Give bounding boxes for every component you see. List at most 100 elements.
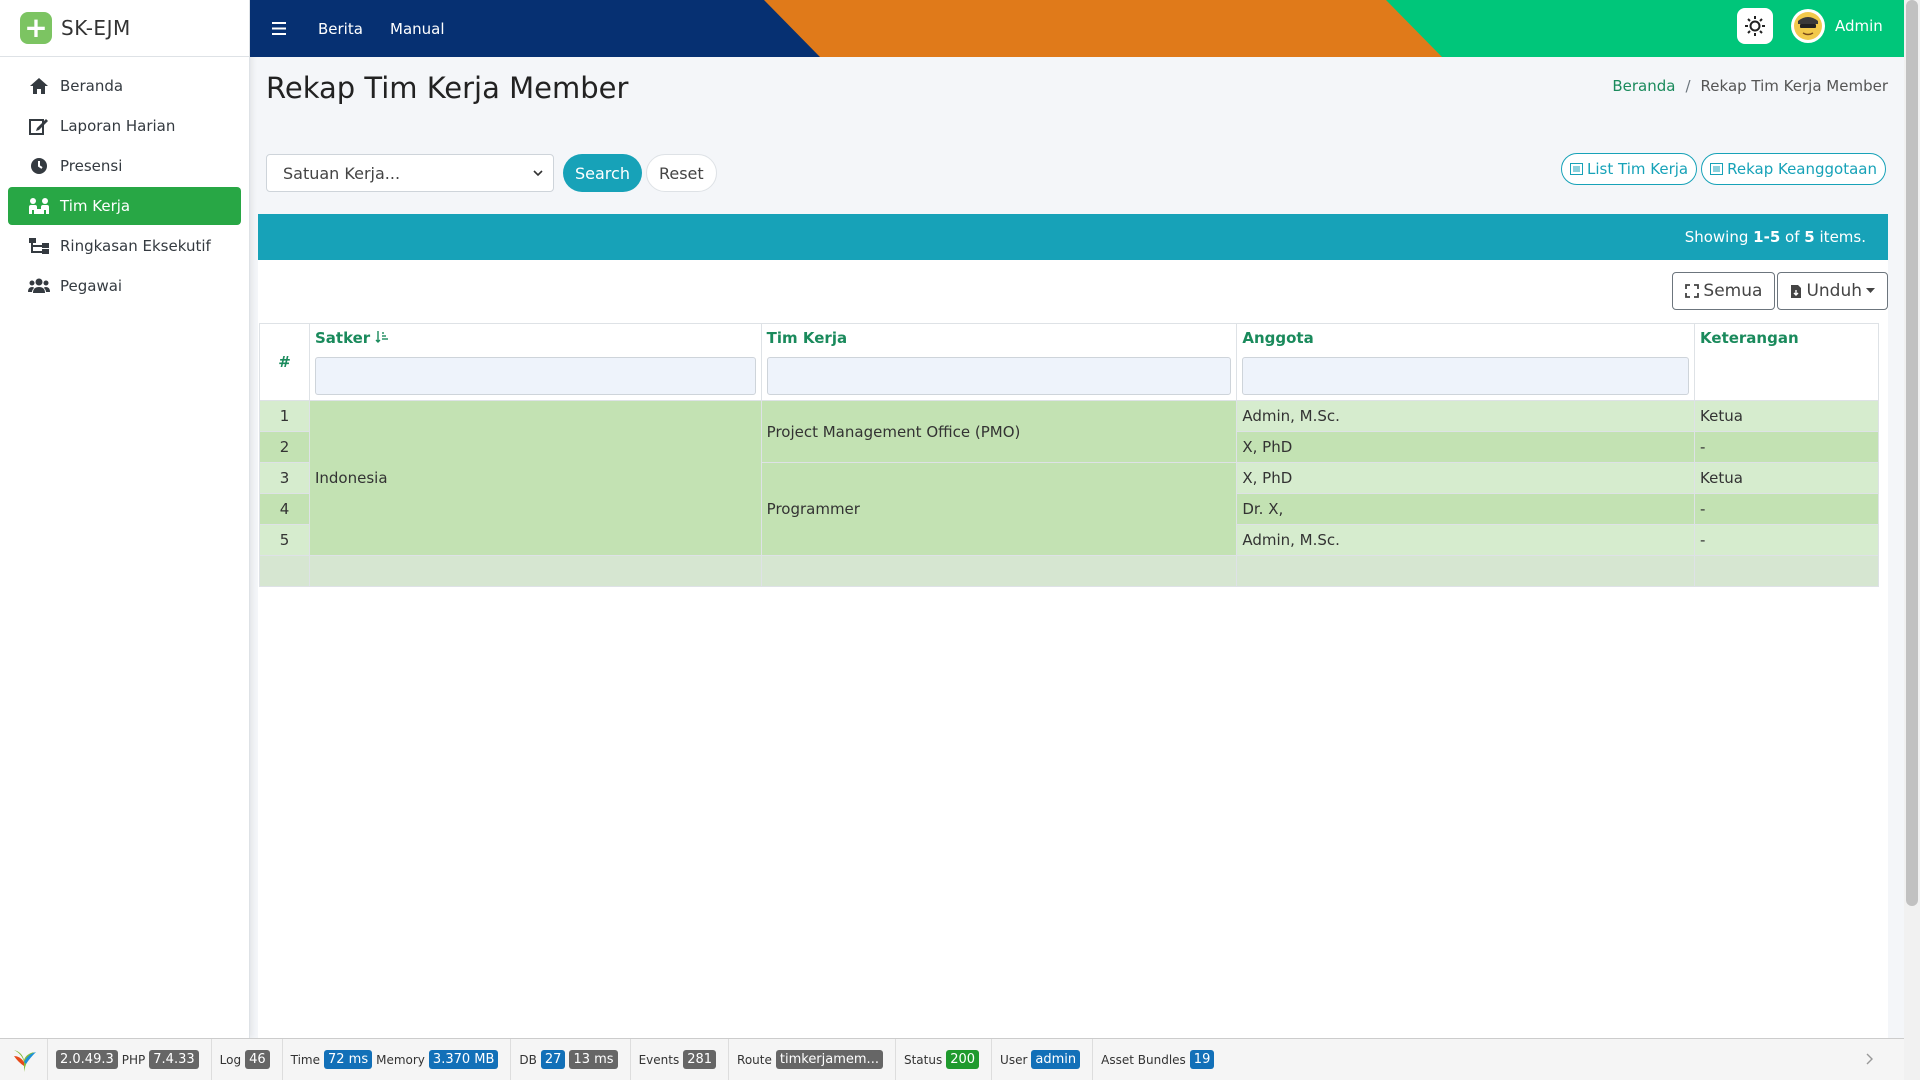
sidebar-item-label: Presensi	[60, 157, 123, 175]
sidebar-item-label: Tim Kerja	[60, 197, 131, 215]
list-tim-kerja-label: List Tim Kerja	[1587, 160, 1689, 178]
empty-cell	[1236, 555, 1696, 587]
download-dropdown-button[interactable]: Unduh	[1777, 272, 1888, 310]
keterangan-cell: Ketua	[1694, 462, 1879, 494]
rekap-keanggotaan-button[interactable]: Rekap Keanggotaan	[1701, 153, 1886, 185]
yii-version-badge: 2.0.49.3	[56, 1050, 118, 1069]
row-number: 1	[259, 400, 310, 432]
avatar-icon	[1794, 12, 1822, 40]
table-row: 1 Indonesia Project Management Office (P…	[259, 400, 1879, 556]
user-badge: admin	[1031, 1050, 1081, 1069]
download-label: Unduh	[1806, 281, 1862, 301]
sun-icon	[1745, 16, 1765, 36]
breadcrumb: Beranda / Rekap Tim Kerja Member	[1612, 77, 1888, 95]
sidebar-item-laporan-harian[interactable]: Laporan Harian	[8, 107, 241, 145]
sidebar-item-label: Pegawai	[60, 277, 123, 295]
debug-profiling-block[interactable]: Time 72 ms Memory 3.370 MB	[283, 1038, 512, 1080]
navbar-background	[250, 0, 1904, 57]
main-content: Rekap Tim Kerja Member Beranda / Rekap T…	[250, 57, 1904, 1038]
summary-total: 5	[1804, 228, 1815, 246]
debug-assets-block[interactable]: Asset Bundles 19	[1093, 1039, 1226, 1080]
column-header-tim-kerja: Tim Kerja	[760, 323, 1238, 401]
brand[interactable]: + SK-EJM	[0, 0, 249, 57]
avatar	[1791, 9, 1825, 43]
debug-log-block[interactable]: Log 46	[212, 1038, 283, 1080]
status-label: Status	[903, 1052, 943, 1067]
db-count-badge: 27	[540, 1050, 566, 1069]
anggota-cell: Admin, M.Sc.	[1236, 524, 1696, 556]
list-tim-kerja-button[interactable]: List Tim Kerja	[1561, 153, 1698, 185]
chevron-right-icon[interactable]	[1866, 1053, 1874, 1065]
page-actions: List Tim Kerja Rekap Keanggotaan	[1557, 153, 1886, 185]
empty-cell	[259, 555, 310, 587]
breadcrumb-home-link[interactable]: Beranda	[1612, 77, 1675, 95]
yii-logo-icon[interactable]	[0, 1038, 48, 1080]
nav-link-berita[interactable]: Berita	[318, 0, 363, 57]
satker-filter-input[interactable]	[314, 357, 756, 395]
db-time-badge: 13 ms	[569, 1050, 618, 1069]
time-label: Time	[290, 1052, 320, 1067]
debug-version-block[interactable]: 2.0.49.3 PHP 7.4.33	[48, 1038, 212, 1080]
debug-route-block[interactable]: Route timkerjamem...	[729, 1038, 896, 1080]
sidebar-item-beranda[interactable]: Beranda	[8, 67, 241, 105]
column-header-keterangan: Keterangan	[1694, 323, 1879, 401]
grid-card: Showing 1-5 of 5 items. Semua Unduh # Sa…	[258, 214, 1888, 1038]
search-button[interactable]: Search	[563, 154, 642, 192]
anggota-filter-input[interactable]	[1242, 357, 1690, 395]
debug-status-block[interactable]: Status 200	[896, 1038, 993, 1080]
keterangan-cell: -	[1694, 524, 1879, 556]
hamburger-icon	[272, 22, 286, 35]
caret-down-icon	[1866, 288, 1875, 293]
row-number: 5	[259, 524, 310, 556]
sidebar-item-pegawai[interactable]: Pegawai	[8, 267, 241, 305]
keterangan-cell: Ketua	[1694, 400, 1879, 432]
column-header-satker-label[interactable]: Satker	[315, 329, 370, 347]
breadcrumb-separator: /	[1685, 77, 1691, 95]
db-label: DB	[519, 1052, 537, 1067]
anggota-cell: Admin, M.Sc.	[1236, 400, 1696, 432]
reset-button[interactable]: Reset	[645, 154, 717, 192]
route-label: Route	[737, 1052, 772, 1067]
time-badge: 72 ms	[323, 1050, 373, 1069]
users-icon	[28, 275, 50, 297]
sidebar-item-presensi[interactable]: Presensi	[8, 147, 241, 185]
user-name: Admin	[1835, 17, 1883, 35]
debug-user-block[interactable]: User admin	[992, 1038, 1094, 1080]
anggota-cell: X, PhD	[1236, 462, 1696, 494]
sidebar-item-tim-kerja[interactable]: Tim Kerja	[8, 187, 241, 225]
brand-name: SK-EJM	[61, 16, 131, 40]
memory-label: Memory	[376, 1052, 425, 1067]
sitemap-icon	[28, 235, 50, 257]
keterangan-cell: -	[1694, 493, 1879, 525]
php-version-badge: 7.4.33	[149, 1050, 199, 1069]
page-scrollbar-thumb[interactable]	[1906, 0, 1918, 906]
page-title: Rekap Tim Kerja Member	[266, 71, 629, 105]
filter-form: Satuan Kerja... Search Reset	[266, 154, 717, 192]
rekap-keanggotaan-label: Rekap Keanggotaan	[1727, 160, 1877, 178]
debug-events-block[interactable]: Events 281	[631, 1038, 730, 1080]
anggota-cell: X, PhD	[1236, 431, 1696, 463]
show-all-button[interactable]: Semua	[1672, 272, 1776, 310]
log-count-badge: 46	[245, 1050, 270, 1069]
satuan-kerja-select[interactable]: Satuan Kerja...	[266, 154, 554, 192]
team-icon	[28, 195, 50, 217]
tim-kerja-cell: Programmer	[760, 462, 1238, 556]
debug-db-block[interactable]: DB 27 13 ms	[511, 1038, 631, 1080]
expand-icon	[1685, 284, 1700, 298]
grid-summary: Showing 1-5 of 5 items.	[258, 214, 1888, 260]
sidebar-item-ringkasan-eksekutif[interactable]: Ringkasan Eksekutif	[8, 227, 241, 265]
summary-suffix: items.	[1819, 228, 1866, 246]
user-menu[interactable]: Admin	[1791, 8, 1883, 44]
asset-bundles-label: Asset Bundles	[1101, 1052, 1186, 1067]
theme-toggle-button[interactable]	[1737, 8, 1773, 44]
empty-cell	[1694, 555, 1879, 587]
chevron-down-icon	[533, 169, 543, 176]
column-header-satker[interactable]: Satker	[308, 323, 762, 401]
sidebar-toggle-button[interactable]	[272, 0, 286, 57]
grid-toolbar: Semua Unduh	[1672, 272, 1888, 310]
show-all-label: Semua	[1703, 281, 1763, 301]
table-row-empty	[259, 555, 1879, 587]
events-label: Events	[638, 1052, 680, 1067]
tim-kerja-filter-input[interactable]	[766, 357, 1232, 395]
nav-link-manual[interactable]: Manual	[390, 0, 445, 57]
